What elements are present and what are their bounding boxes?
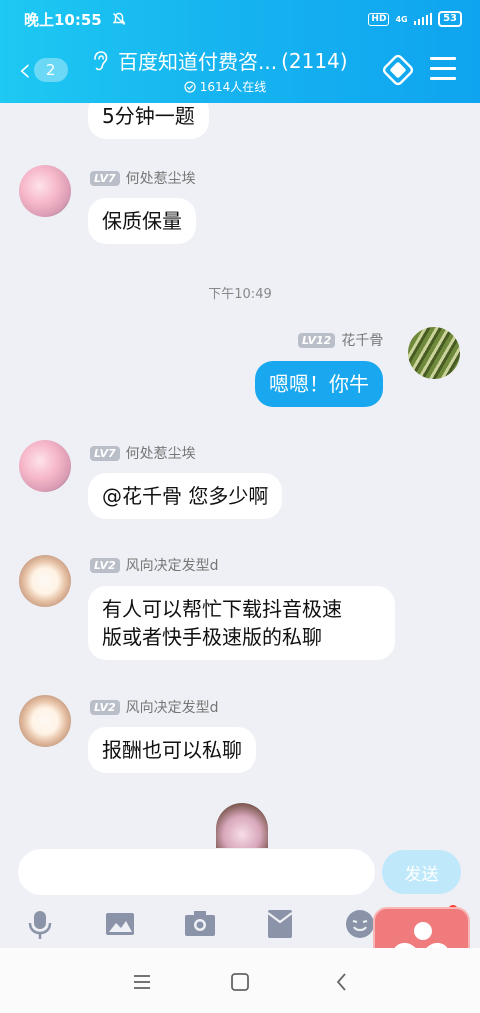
system-nav-bar (0, 948, 480, 1013)
message-bubble[interactable]: 有人可以帮忙下载抖音极速 版或者快手极速版的私聊 (88, 586, 395, 660)
sender-row: LV7 何处惹尘埃 (90, 443, 196, 463)
image-icon[interactable] (102, 906, 138, 942)
level-badge: LV7 (90, 170, 120, 186)
message-text: 嗯嗯！你牛 (269, 372, 369, 396)
level-badge: LV7 (90, 445, 120, 461)
nav-row: ‹ 2 百度知道付费咨... (2114) 1614人在线 (0, 42, 480, 98)
online-count: 1614人在线 (199, 80, 267, 94)
sender-name: 风向决定发型d (125, 558, 219, 574)
sender-name: 风向决定发型d (125, 700, 219, 716)
message-bubble[interactable]: 嗯嗯！你牛 (255, 361, 383, 407)
message-text: 5分钟一题 (102, 104, 195, 128)
level-badge: LV2 (90, 557, 120, 573)
message-input[interactable] (18, 849, 375, 895)
back-triangle-icon[interactable] (330, 970, 354, 994)
sender-row: LV7 何处惹尘埃 (90, 168, 196, 188)
chat-header: 晚上10:55 HD 4G 53 ‹ 2 百度知道付费咨... (2114) 1… (0, 0, 480, 103)
battery-icon: 53 (438, 11, 462, 27)
sender-name: 花千骨 (341, 333, 384, 349)
unread-badge: 2 (33, 58, 68, 82)
timestamp: 下午10:49 (208, 287, 272, 302)
message-bubble[interactable]: 5分钟一题 (88, 103, 209, 139)
group-title: 百度知道付费咨... (118, 50, 278, 74)
avatar[interactable] (19, 165, 71, 217)
sender-row: LV12 花千骨 (298, 330, 383, 350)
avatar[interactable] (19, 555, 71, 607)
avatar[interactable] (19, 695, 71, 747)
chevron-left-icon: ‹ (18, 50, 32, 90)
sender-name: 何处惹尘埃 (125, 446, 196, 462)
check-circle-icon (184, 80, 196, 93)
level-badge: LV12 (298, 332, 336, 348)
hd-indicator: HD (368, 12, 390, 26)
message-bubble[interactable]: 报酬也可以私聊 (88, 727, 256, 773)
mute-bell-icon (112, 12, 126, 25)
menu-icon[interactable] (430, 57, 456, 81)
recents-icon[interactable] (130, 970, 154, 994)
message-text: @花千骨 您多少啊 (102, 484, 269, 508)
avatar[interactable] (408, 327, 460, 379)
home-icon[interactable] (228, 970, 252, 994)
status-time: 晚上10:55 (24, 10, 102, 29)
message-bubble[interactable]: @花千骨 您多少啊 (88, 473, 283, 519)
message-text: 保质保量 (102, 209, 182, 233)
send-button[interactable]: 发送 (382, 850, 461, 894)
avatar[interactable] (19, 440, 71, 492)
red-packet-icon[interactable] (262, 906, 298, 942)
message-text-line: 版或者快手极速版的私聊 (102, 625, 322, 649)
level-badge: LV2 (90, 699, 120, 715)
back-button[interactable]: ‹ 2 (18, 52, 78, 88)
group-title-block[interactable]: 百度知道付费咨... (2114) 1614人在线 (90, 46, 380, 95)
member-count: (2114) (281, 48, 348, 73)
message-list[interactable]: 5分钟一题 LV7 何处惹尘埃 保质保量 下午10:49 LV12 花千骨 嗯嗯… (0, 103, 480, 848)
ear-icon (94, 50, 108, 70)
sender-row: LV2 风向决定发型d (90, 555, 219, 575)
avatar[interactable] (216, 803, 268, 848)
sender-name: 何处惹尘埃 (125, 171, 196, 187)
camera-icon[interactable] (182, 906, 218, 942)
sender-row: LV2 风向决定发型d (90, 697, 219, 717)
mic-icon[interactable] (22, 906, 58, 942)
status-bar: 晚上10:55 HD 4G 53 (0, 0, 480, 38)
message-text: 报酬也可以私聊 (102, 738, 242, 762)
message-bubble[interactable]: 保质保量 (88, 198, 196, 244)
message-text-line: 有人可以帮忙下载抖音极速 (102, 597, 342, 621)
voice-hd-icon[interactable] (382, 54, 414, 86)
network-label: 4G (395, 14, 408, 24)
signal-icon (413, 13, 433, 25)
